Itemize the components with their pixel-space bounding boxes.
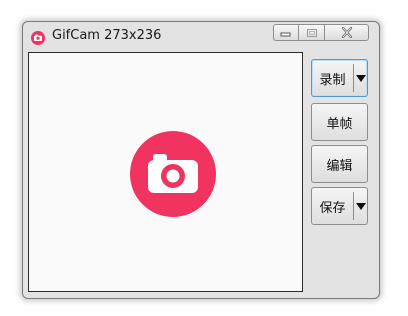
save-dropdown-arrow-icon[interactable] [354,202,367,210]
minimize-icon [280,32,291,36]
gifcam-window: GifCam 273x236 录制 单帧 编辑 保存 [22,21,380,299]
record-button[interactable]: 录制 [311,59,368,97]
maximize-icon [306,28,317,37]
edit-button[interactable]: 编辑 [311,145,368,183]
window-title: GifCam 273x236 [52,28,162,43]
single-frame-button[interactable]: 单帧 [311,103,368,141]
save-label: 保存 [319,200,346,216]
caption-buttons [273,24,369,41]
save-button[interactable]: 保存 [311,187,368,225]
camera-icon [31,30,45,45]
title-bar[interactable]: GifCam 273x236 [23,22,379,50]
close-icon [341,27,352,38]
capture-preview-area[interactable] [28,52,303,292]
single-frame-label: 单帧 [326,116,353,132]
camera-logo-icon [130,131,216,217]
maximize-button[interactable] [298,24,324,41]
close-button[interactable] [324,24,369,41]
minimize-button[interactable] [273,24,298,41]
record-dropdown-arrow-icon[interactable] [354,74,367,82]
record-label: 录制 [319,72,346,88]
edit-label: 编辑 [326,158,353,174]
